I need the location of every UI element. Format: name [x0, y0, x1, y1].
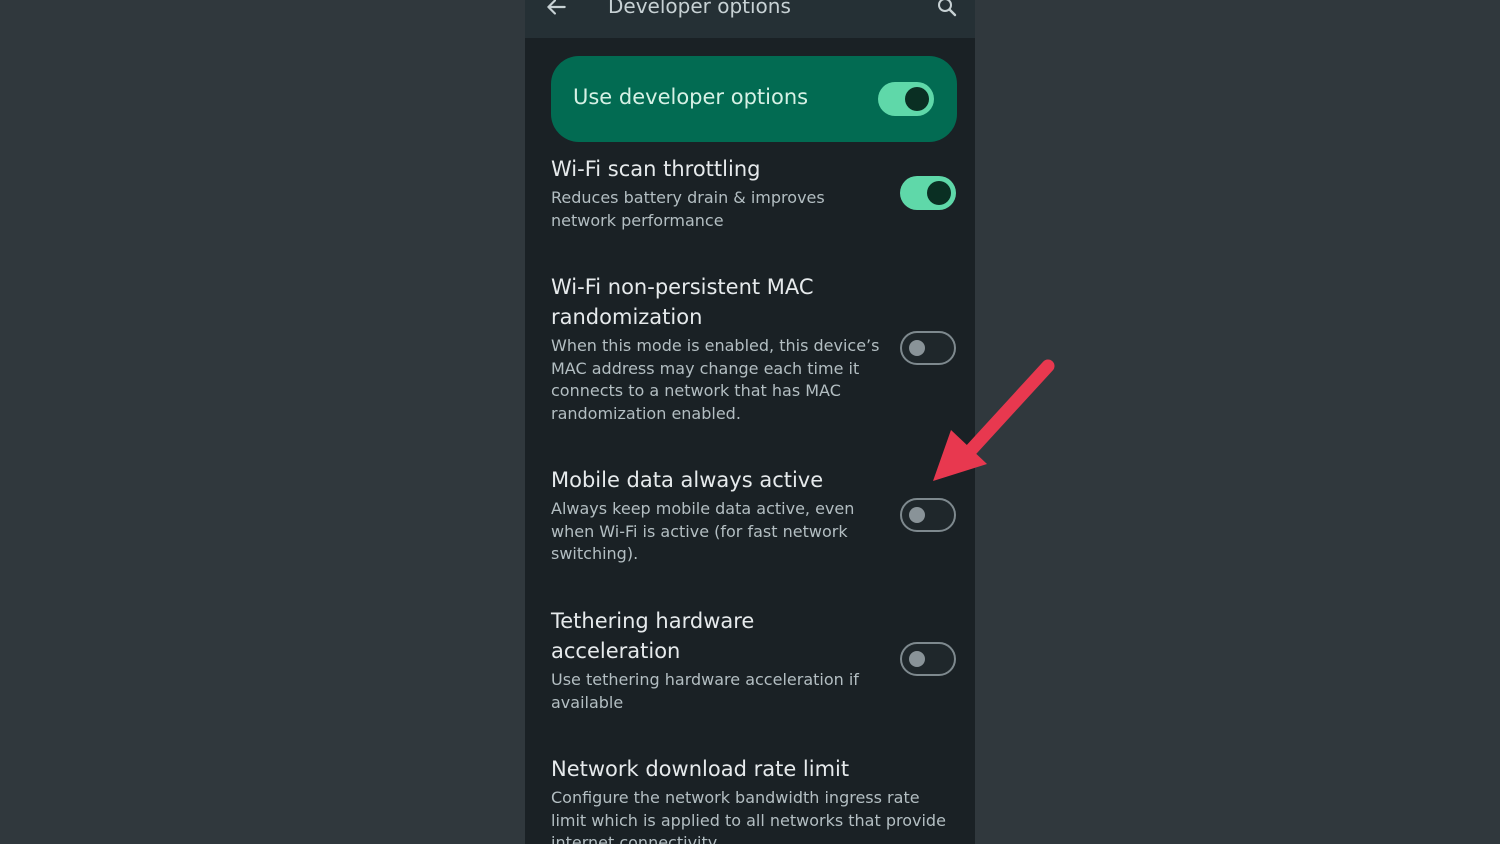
setting-title: Mobile data always active	[551, 468, 824, 492]
setting-description: Use tethering hardware acceleration if a…	[551, 670, 859, 712]
back-arrow-icon[interactable]	[543, 0, 569, 20]
setting-title: Network download rate limit	[551, 757, 850, 781]
app-bar: Developer options	[525, 0, 975, 38]
setting-mobile-data-always-active[interactable]: Mobile data always active Always keep mo…	[551, 465, 956, 566]
mobile-data-always-active-switch[interactable]	[900, 498, 956, 532]
tethering-hardware-acceleration-switch[interactable]	[900, 642, 956, 676]
setting-description: When this mode is enabled, this device’s…	[551, 336, 880, 423]
switch-knob	[927, 181, 951, 205]
setting-title: Wi-Fi scan throttling	[551, 157, 761, 181]
setting-wifi-scan-throttling[interactable]: Wi-Fi scan throttling Reduces battery dr…	[551, 154, 956, 232]
annotation-arrow-icon	[933, 359, 1055, 481]
switch-knob	[905, 87, 929, 111]
setting-wifi-mac-randomization[interactable]: Wi-Fi non-persistent MAC randomization W…	[551, 272, 956, 425]
page-title: Developer options	[608, 0, 791, 18]
switch-knob	[909, 340, 925, 356]
setting-title: Wi-Fi non-persistent MAC randomization	[551, 275, 814, 329]
use-developer-options-label: Use developer options	[573, 85, 809, 109]
switch-knob	[909, 507, 925, 523]
use-developer-options-switch[interactable]	[878, 82, 934, 116]
search-icon[interactable]	[935, 0, 959, 19]
setting-title: Tethering hardware acceleration	[551, 609, 755, 663]
setting-description: Configure the network bandwidth ingress …	[551, 788, 946, 844]
use-developer-options-card[interactable]: Use developer options	[551, 56, 957, 142]
setting-tethering-hardware-acceleration[interactable]: Tethering hardware acceleration Use teth…	[551, 606, 956, 714]
setting-network-download-rate-limit[interactable]: Network download rate limit Configure th…	[551, 754, 956, 844]
setting-description: Always keep mobile data active, even whe…	[551, 499, 855, 563]
setting-description: Reduces battery drain & improves network…	[551, 188, 825, 230]
wifi-scan-throttling-switch[interactable]	[900, 176, 956, 210]
switch-knob	[909, 651, 925, 667]
phone-screen: Developer options Use developer options …	[525, 0, 975, 844]
